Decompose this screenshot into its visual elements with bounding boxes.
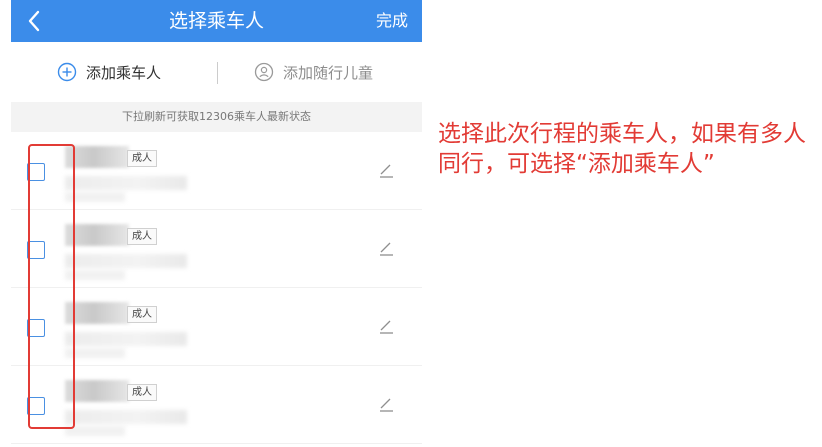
child-face-icon [254, 62, 274, 82]
passenger-id-blurred [65, 332, 187, 346]
annotation-text: 选择此次行程的乘车人，如果有多人同行，可选择“添加乘车人” [438, 121, 806, 177]
page-title: 选择乘车人 [168, 10, 264, 32]
add-child-label: 添加随行儿童 [283, 63, 374, 82]
passenger-id-blurred [65, 176, 187, 190]
passenger-type-tag: 成人 [127, 306, 157, 323]
passenger-id-blurred [65, 410, 187, 424]
pencil-icon [380, 398, 393, 412]
add-child-button[interactable]: 添加随行儿童 [254, 42, 373, 102]
back-button[interactable] [19, 6, 49, 36]
pencil-icon [380, 164, 393, 178]
passenger-type-tag: 成人 [127, 384, 157, 401]
done-button[interactable]: 完成 [376, 0, 408, 42]
add-passenger-button[interactable]: 添加乘车人 [57, 42, 161, 102]
action-bar: 添加乘车人 添加随行儿童 [11, 42, 422, 102]
refresh-hint: 下拉刷新可获取12306乘车人最新状态 [11, 102, 422, 132]
edit-passenger-button[interactable] [376, 316, 396, 336]
pencil-icon [380, 242, 393, 256]
pencil-icon [380, 320, 393, 334]
passenger-type-tag: 成人 [127, 150, 157, 167]
passenger-id-blurred [65, 254, 187, 268]
chevron-left-icon [28, 10, 40, 32]
edit-passenger-button[interactable] [376, 394, 396, 414]
nav-header: 选择乘车人 完成 [11, 0, 422, 42]
action-divider [217, 62, 218, 84]
phone-screen: 选择乘车人 完成 添加乘车人 添加随行儿童 下拉刷新可获取12306乘车人最新状… [11, 0, 422, 447]
edit-passenger-button[interactable] [376, 160, 396, 180]
edit-passenger-button[interactable] [376, 238, 396, 258]
passenger-type-tag: 成人 [127, 228, 157, 245]
plus-circle-icon [57, 62, 77, 82]
checkbox-highlight-annotation [28, 144, 75, 429]
add-passenger-label: 添加乘车人 [86, 63, 162, 82]
